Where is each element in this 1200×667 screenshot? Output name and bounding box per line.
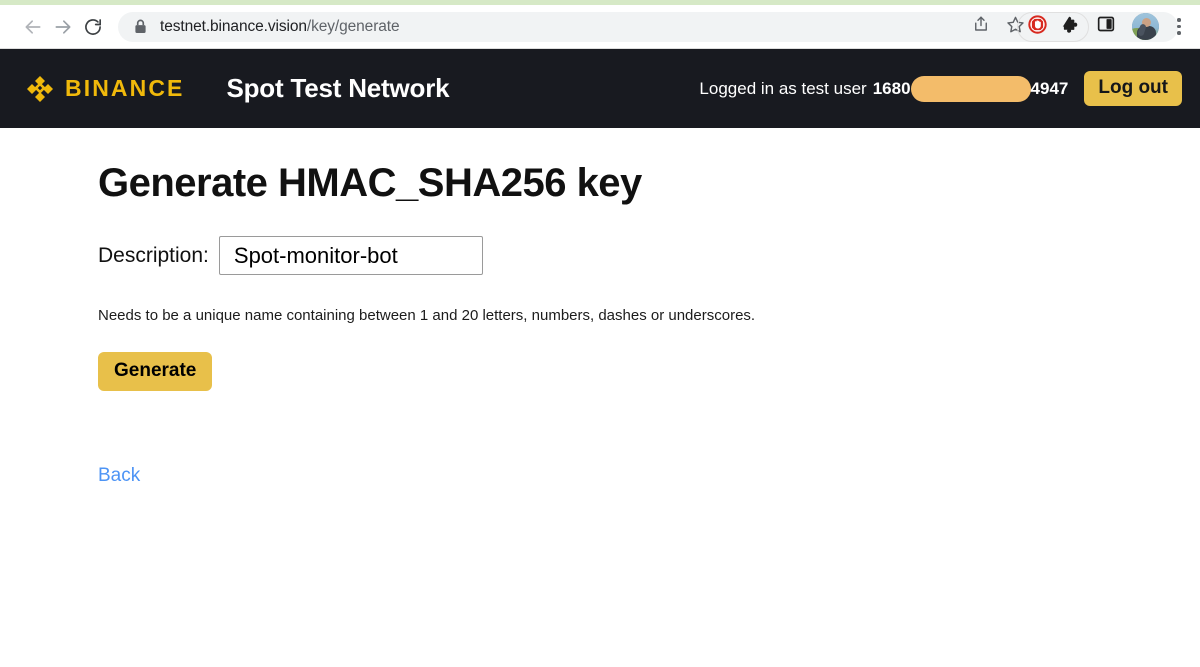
description-label: Description:	[98, 243, 209, 267]
back-link-row: Back	[98, 391, 1200, 487]
user-id-start: 1680	[872, 78, 911, 98]
url-text: testnet.binance.vision/key/generate	[160, 18, 400, 36]
url-domain: testnet.binance.vision	[160, 17, 307, 35]
avatar[interactable]	[1132, 13, 1159, 40]
brand-name: BINANCE	[65, 75, 185, 101]
site-navbar: BINANCE Spot Test Network Logged in as t…	[0, 49, 1200, 128]
puzzle-icon	[1060, 15, 1079, 39]
arrow-right-icon	[53, 17, 73, 37]
toolbar-right-cluster	[1007, 11, 1192, 42]
extensions-pill	[1017, 11, 1089, 42]
browser-menu-button[interactable]	[1166, 12, 1192, 42]
lock-icon	[134, 19, 147, 34]
page-title: Generate HMAC_SHA256 key	[98, 161, 642, 205]
redacted-user-id	[910, 75, 1031, 102]
logged-in-prefix: Logged in as test user	[699, 78, 867, 98]
adblock-button[interactable]	[1022, 12, 1052, 42]
site-title: Spot Test Network	[226, 73, 450, 103]
forward-button[interactable]	[48, 12, 78, 42]
share-button[interactable]	[966, 12, 996, 42]
navbar-right: Logged in as test user 1680 4947 Log out	[699, 71, 1182, 106]
description-hint: Needs to be a unique name containing bet…	[98, 307, 756, 324]
extensions-button[interactable]	[1054, 12, 1084, 42]
share-icon	[972, 15, 990, 38]
side-panel-button[interactable]	[1091, 12, 1121, 42]
url-path: /key/generate	[306, 17, 400, 35]
arrow-left-icon	[23, 17, 43, 37]
user-id-end: 4947	[1030, 78, 1069, 98]
brand[interactable]: BINANCE	[24, 73, 184, 105]
reload-icon	[83, 17, 103, 37]
description-input[interactable]	[218, 236, 483, 275]
page-content: Generate HMAC_SHA256 key Description: Ne…	[0, 128, 1200, 487]
back-button[interactable]	[18, 12, 48, 42]
logged-in-status: Logged in as test user 1680 4947	[699, 75, 1069, 102]
adblock-icon	[1027, 14, 1048, 40]
binance-logo-icon	[24, 73, 56, 105]
three-dot-menu-icon	[1177, 18, 1181, 35]
description-form-row: Description:	[98, 236, 1200, 275]
back-link[interactable]: Back	[98, 465, 140, 487]
generate-button[interactable]: Generate	[98, 352, 213, 391]
side-panel-icon	[1096, 14, 1116, 39]
reload-button[interactable]	[78, 12, 108, 42]
browser-toolbar: testnet.binance.vision/key/generate	[0, 5, 1200, 49]
logout-button[interactable]: Log out	[1084, 71, 1182, 106]
